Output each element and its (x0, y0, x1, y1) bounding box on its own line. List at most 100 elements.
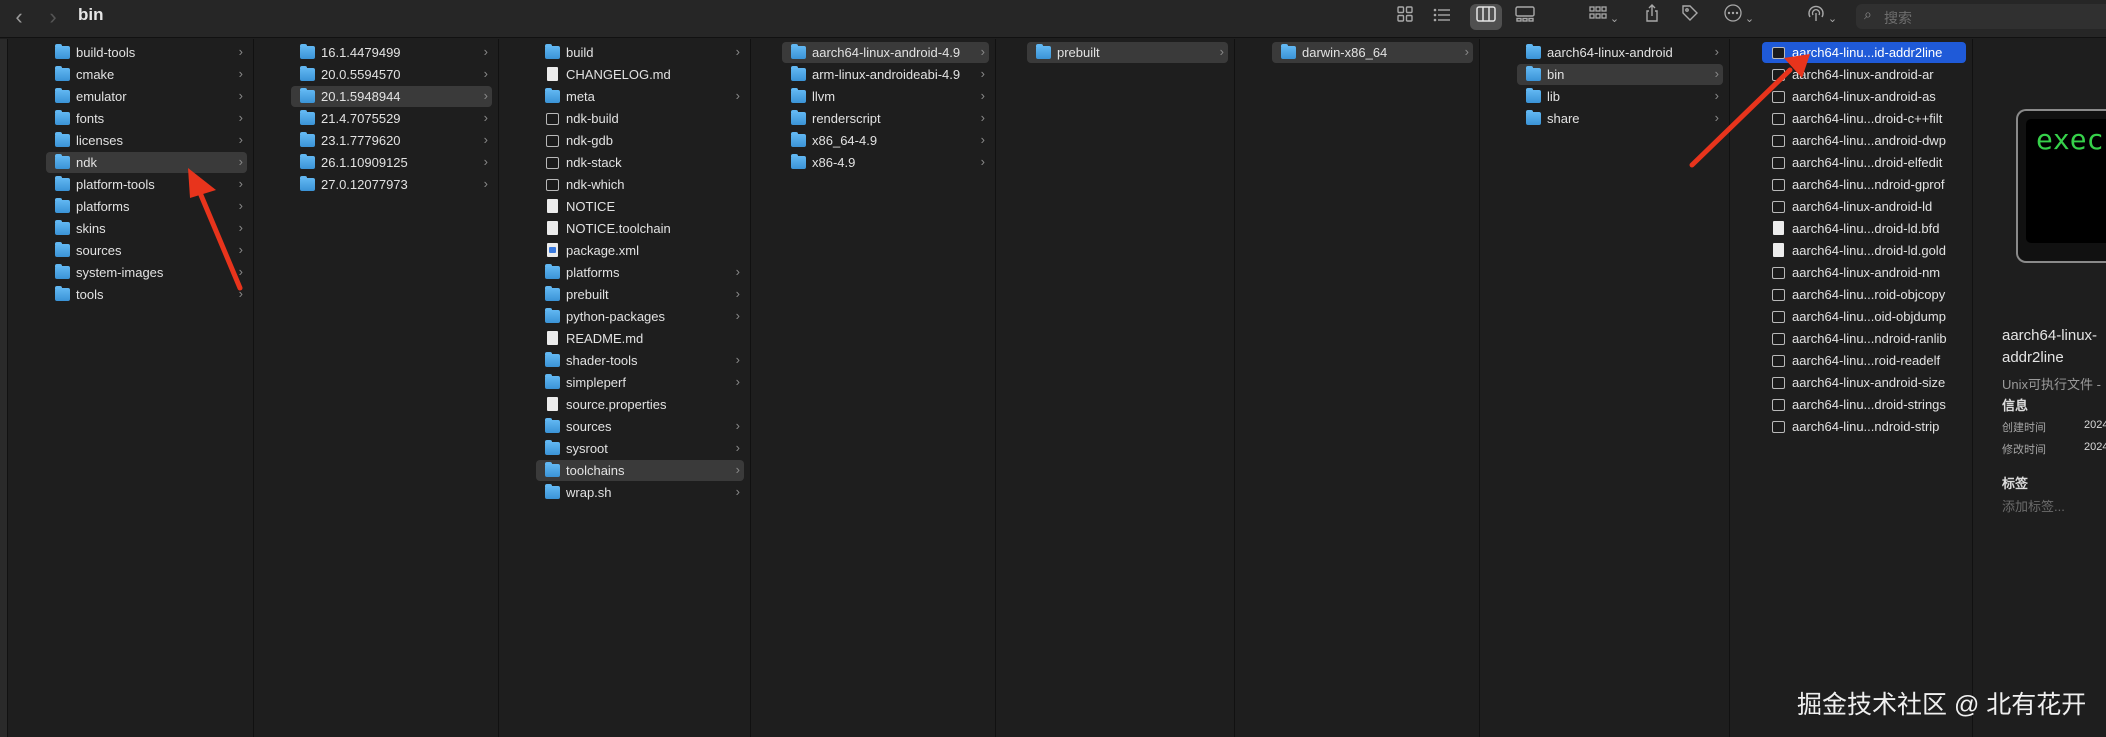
list-item[interactable]: prebuilt › (1027, 42, 1228, 63)
list-item[interactable]: 26.1.10909125 › (291, 152, 492, 173)
folder-icon (791, 66, 806, 81)
list-item[interactable]: 21.4.7075529 › (291, 108, 492, 129)
list-item[interactable]: lib › (1517, 86, 1723, 107)
gallery-view-icon[interactable] (1510, 4, 1540, 30)
list-item[interactable]: 20.1.5948944 › (291, 86, 492, 107)
group-icon[interactable]: ⌄ (1584, 4, 1624, 30)
list-item[interactable]: aarch64-linux-android-ld (1762, 196, 1966, 217)
list-item[interactable]: NOTICE.toolchain (536, 218, 744, 239)
more-icon[interactable]: ⌄ (1719, 4, 1759, 30)
list-item[interactable]: python-packages › (536, 306, 744, 327)
list-item[interactable]: ndk-build (536, 108, 744, 129)
chevron-right-icon: › (483, 132, 488, 147)
list-item[interactable]: aarch64-linu...roid-objcopy (1762, 284, 1966, 305)
search-input[interactable]: ⌕ 搜索 (1856, 4, 2106, 29)
list-item[interactable]: build › (536, 42, 744, 63)
list-item[interactable]: shader-tools › (536, 350, 744, 371)
folder-icon (55, 286, 70, 301)
list-item[interactable]: aarch64-linu...droid-ld.gold (1762, 240, 1966, 261)
list-item[interactable]: platforms › (46, 196, 247, 217)
list-item[interactable]: fonts › (46, 108, 247, 129)
list-item[interactable]: aarch64-linux-android-as (1762, 86, 1966, 107)
list-item[interactable]: aarch64-linux-android-size (1762, 372, 1966, 393)
list-item[interactable]: aarch64-linux-android › (1517, 42, 1723, 63)
item-label: aarch64-linu...oid-objdump (1792, 309, 1946, 324)
folder-icon (1526, 110, 1541, 125)
item-label: emulator (76, 89, 127, 104)
list-item[interactable]: bin › (1517, 64, 1723, 85)
window-title: bin (78, 5, 104, 24)
list-item[interactable]: sources › (46, 240, 247, 261)
list-item[interactable]: sysroot › (536, 438, 744, 459)
tag-icon[interactable] (1677, 4, 1703, 30)
list-item[interactable]: 20.0.5594570 › (291, 64, 492, 85)
list-item[interactable]: aarch64-linu...ndroid-gprof (1762, 174, 1966, 195)
document-icon (547, 221, 558, 235)
list-item[interactable]: meta › (536, 86, 744, 107)
list-item[interactable]: renderscript › (782, 108, 989, 129)
chevron-right-icon: › (483, 44, 488, 59)
list-view-icon[interactable] (1428, 4, 1456, 30)
forward-button[interactable]: › (40, 4, 66, 30)
list-item[interactable]: platforms › (536, 262, 744, 283)
list-item[interactable]: README.md (536, 328, 744, 349)
list-item[interactable]: aarch64-linu...ndroid-ranlib (1762, 328, 1966, 349)
list-item[interactable]: aarch64-linux-android-4.9 › (782, 42, 989, 63)
share-icon[interactable] (1639, 4, 1665, 30)
item-label: 20.0.5594570 (321, 67, 401, 82)
item-label: share (1547, 111, 1580, 126)
list-item[interactable]: x86-4.9 › (782, 152, 989, 173)
list-item[interactable]: system-images › (46, 262, 247, 283)
list-item[interactable]: toolchains › (536, 460, 744, 481)
list-item[interactable]: aarch64-linu...id-addr2line (1762, 42, 1966, 63)
list-item[interactable]: aarch64-linu...ndroid-strip (1762, 416, 1966, 437)
list-item[interactable]: source.properties (536, 394, 744, 415)
list-item[interactable]: prebuilt › (536, 284, 744, 305)
add-tags-field[interactable]: 添加标签... (2002, 496, 2065, 515)
list-item[interactable]: 23.1.7779620 › (291, 130, 492, 151)
grid-view-icon[interactable] (1391, 4, 1419, 30)
list-item[interactable]: 27.0.12077973 › (291, 174, 492, 195)
list-item[interactable]: emulator › (46, 86, 247, 107)
list-item[interactable]: aarch64-linux-android-ar (1762, 64, 1966, 85)
folder-icon (545, 286, 560, 301)
list-item[interactable]: aarch64-linux-android-nm (1762, 262, 1966, 283)
item-label: ndk-which (566, 177, 625, 192)
airdrop-icon[interactable]: ⌄ (1802, 4, 1842, 30)
list-item[interactable]: package.xml (536, 240, 744, 261)
list-item[interactable]: darwin-x86_64 › (1272, 42, 1473, 63)
list-item[interactable]: aarch64-linu...android-dwp (1762, 130, 1966, 151)
list-item[interactable]: platform-tools › (46, 174, 247, 195)
list-item[interactable]: skins › (46, 218, 247, 239)
list-item[interactable]: CHANGELOG.md (536, 64, 744, 85)
list-item[interactable]: aarch64-linu...oid-objdump (1762, 306, 1966, 327)
list-item[interactable]: licenses › (46, 130, 247, 151)
list-item[interactable]: cmake › (46, 64, 247, 85)
list-item[interactable]: wrap.sh › (536, 482, 744, 503)
list-item[interactable]: simpleperf › (536, 372, 744, 393)
list-item[interactable]: aarch64-linu...droid-ld.bfd (1762, 218, 1966, 239)
list-item[interactable]: aarch64-linu...droid-strings (1762, 394, 1966, 415)
list-item[interactable]: NOTICE (536, 196, 744, 217)
back-button[interactable]: ‹ (6, 4, 32, 30)
list-item[interactable]: aarch64-linu...droid-c++filt (1762, 108, 1966, 129)
list-item[interactable]: arm-linux-androideabi-4.9 › (782, 64, 989, 85)
list-item[interactable]: tools › (46, 284, 247, 305)
list-item[interactable]: ndk › (46, 152, 247, 173)
list-item[interactable]: 16.1.4479499 › (291, 42, 492, 63)
list-item[interactable]: sources › (536, 416, 744, 437)
list-item[interactable]: ndk-stack (536, 152, 744, 173)
folder-icon (55, 176, 70, 191)
list-item[interactable]: ndk-gdb (536, 130, 744, 151)
list-item[interactable]: ndk-which (536, 174, 744, 195)
column-view-icon[interactable] (1470, 4, 1502, 30)
column-ndk-versions: 16.1.4479499 › 20.0.5594570 › 20.1.5948944 › 2… (285, 39, 499, 737)
list-item[interactable]: share › (1517, 108, 1723, 129)
list-item[interactable]: aarch64-linu...roid-readelf (1762, 350, 1966, 371)
list-item[interactable]: llvm › (782, 86, 989, 107)
item-label: skins (76, 221, 106, 236)
list-item[interactable]: aarch64-linu...droid-elfedit (1762, 152, 1966, 173)
list-item[interactable]: x86_64-4.9 › (782, 130, 989, 151)
list-item[interactable]: build-tools › (46, 42, 247, 63)
chevron-right-icon: › (483, 88, 488, 103)
